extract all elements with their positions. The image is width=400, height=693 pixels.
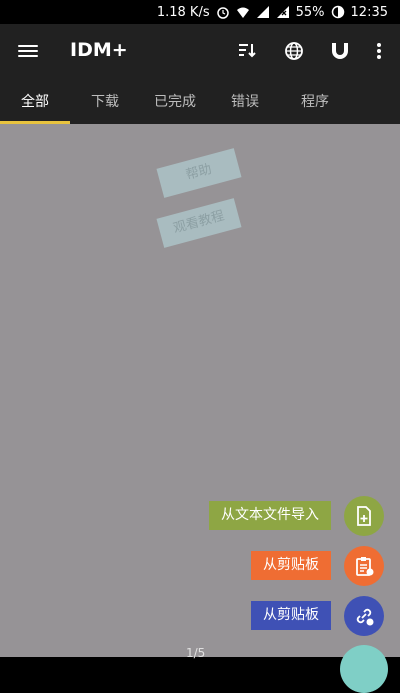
sort-icon[interactable] bbox=[236, 40, 258, 62]
menu-icon[interactable] bbox=[18, 42, 38, 62]
clipboard-icon bbox=[356, 557, 374, 576]
globe-icon[interactable] bbox=[283, 40, 305, 62]
battery-level: 55% bbox=[295, 4, 325, 20]
tab-all[interactable]: 全部 bbox=[0, 80, 70, 124]
from-clipboard-label[interactable]: 从剪贴板 bbox=[251, 551, 331, 580]
network-speed: 1.18 K/s bbox=[156, 4, 210, 20]
app-title: IDM+ bbox=[70, 39, 128, 61]
signal-no-sim-icon bbox=[276, 6, 289, 18]
alarm-icon bbox=[216, 7, 229, 19]
import-from-file-button[interactable] bbox=[344, 496, 384, 536]
from-clipboard-button[interactable] bbox=[344, 546, 384, 586]
main-fab-button[interactable] bbox=[340, 645, 388, 693]
page-indicator: 1/5 bbox=[186, 646, 206, 660]
clock: 12:35 bbox=[350, 4, 388, 20]
file-add-icon bbox=[357, 506, 371, 526]
tab-error[interactable]: 错误 bbox=[210, 80, 280, 124]
more-vert-icon[interactable] bbox=[369, 40, 389, 62]
tab-programs[interactable]: 程序 bbox=[280, 80, 350, 124]
import-from-file-label[interactable]: 从文本文件导入 bbox=[209, 501, 331, 530]
magnet-icon[interactable] bbox=[329, 40, 351, 62]
status-bar: 1.18 K/s 55% 12:35 bbox=[0, 0, 400, 24]
add-link-button[interactable] bbox=[344, 596, 384, 636]
signal-icon bbox=[256, 6, 269, 18]
wifi-icon bbox=[236, 7, 249, 18]
tab-downloading[interactable]: 下载 bbox=[70, 80, 140, 124]
tab-completed[interactable]: 已完成 bbox=[140, 80, 210, 124]
app-toolbar: IDM+ bbox=[0, 24, 400, 80]
link-add-icon bbox=[356, 608, 374, 626]
content-overlay[interactable] bbox=[0, 124, 400, 657]
from-clipboard-link-label[interactable]: 从剪贴板 bbox=[251, 601, 331, 630]
battery-icon bbox=[331, 5, 344, 19]
tab-bar: 全部 下载 已完成 错误 程序 bbox=[0, 80, 400, 124]
